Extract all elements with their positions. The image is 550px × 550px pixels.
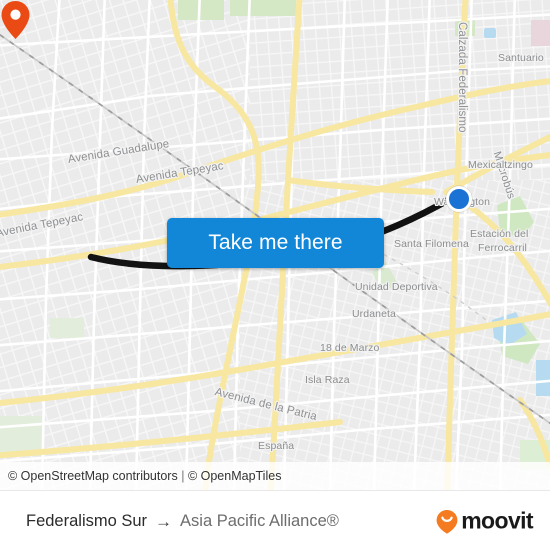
route-summary: Federalismo Sur → Asia Pacific Alliance® (26, 512, 339, 531)
map-attribution-text: © OpenStreetMap contributors | © OpenMap… (0, 469, 281, 483)
route-destination-name: Asia Pacific Alliance® (180, 511, 339, 530)
moovit-pin-smile-icon (436, 509, 458, 534)
origin-map-pin-icon[interactable] (0, 0, 31, 40)
moovit-wordmark: moovit (461, 507, 533, 534)
moovit-brand-logo[interactable]: moovit (435, 507, 534, 535)
map-canvas[interactable]: Avenida Guadalupe Avenida Tepeyac Avenid… (0, 0, 550, 490)
take-me-there-button[interactable]: Take me there (167, 218, 384, 268)
map-attribution-bar: © OpenStreetMap contributors | © OpenMap… (0, 462, 550, 490)
attribution-separator: | (181, 469, 185, 483)
destination-map-marker[interactable] (446, 186, 472, 212)
moovit-route-map-screen: Avenida Guadalupe Avenida Tepeyac Avenid… (0, 0, 550, 550)
route-footer-bar: Federalismo Sur → Asia Pacific Alliance®… (0, 490, 550, 550)
take-me-there-label: Take me there (208, 231, 343, 254)
attribution-osm[interactable]: © OpenStreetMap contributors (8, 469, 178, 483)
arrow-right-icon: → (155, 511, 173, 531)
route-origin-name: Federalismo Sur (26, 511, 148, 530)
attribution-openmaptiles[interactable]: © OpenMapTiles (188, 469, 282, 483)
